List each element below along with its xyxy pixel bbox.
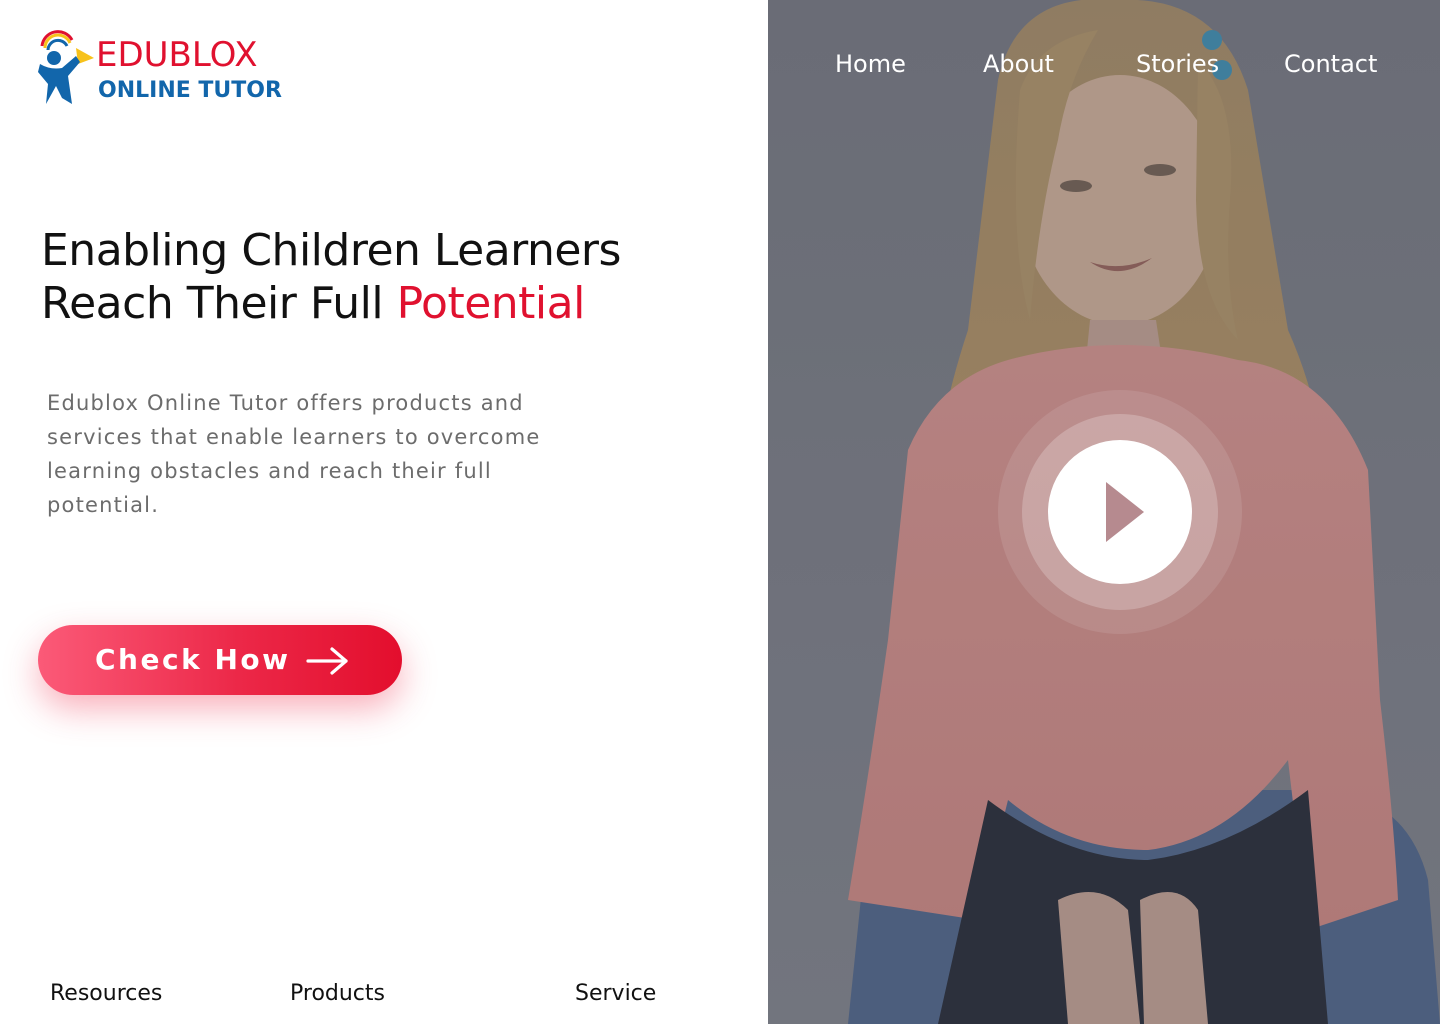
nav-about[interactable]: About	[983, 48, 1054, 80]
hero-headline: Enabling Children Learners Reach Their F…	[41, 224, 721, 330]
edublox-figure-icon	[38, 30, 94, 104]
nav-stories[interactable]: Stories	[1136, 48, 1219, 80]
play-icon	[1106, 482, 1144, 542]
hero-left-panel: EDUBLOX ONLINE TUTOR Enabling Children L…	[0, 0, 768, 1024]
brand-logo[interactable]: EDUBLOX ONLINE TUTOR	[36, 28, 296, 110]
nav-contact[interactable]: Contact	[1284, 48, 1377, 80]
hero-description: Edublox Online Tutor offers products and…	[47, 391, 541, 517]
footer-link-service[interactable]: Service	[575, 980, 656, 1008]
brand-name-bottom: ONLINE TUTOR	[98, 78, 282, 103]
video-panel[interactable]: Home About Stories Contact	[768, 0, 1440, 1024]
footer-link-resources[interactable]: Resources	[50, 980, 162, 1008]
arrow-right-icon	[306, 647, 348, 675]
brand-name-top: EDUBLOX	[96, 35, 258, 75]
check-how-button[interactable]: Check How	[38, 625, 402, 695]
check-how-label: Check How	[95, 643, 291, 676]
headline-accent-word: Potential	[396, 278, 586, 329]
nav-home[interactable]: Home	[835, 48, 906, 80]
footer-link-products[interactable]: Products	[290, 980, 385, 1008]
play-video-button[interactable]	[1048, 440, 1192, 584]
headline-line-2-prefix: Reach Their Full	[41, 278, 397, 329]
headline-line-1: Enabling Children Learners	[41, 225, 621, 276]
